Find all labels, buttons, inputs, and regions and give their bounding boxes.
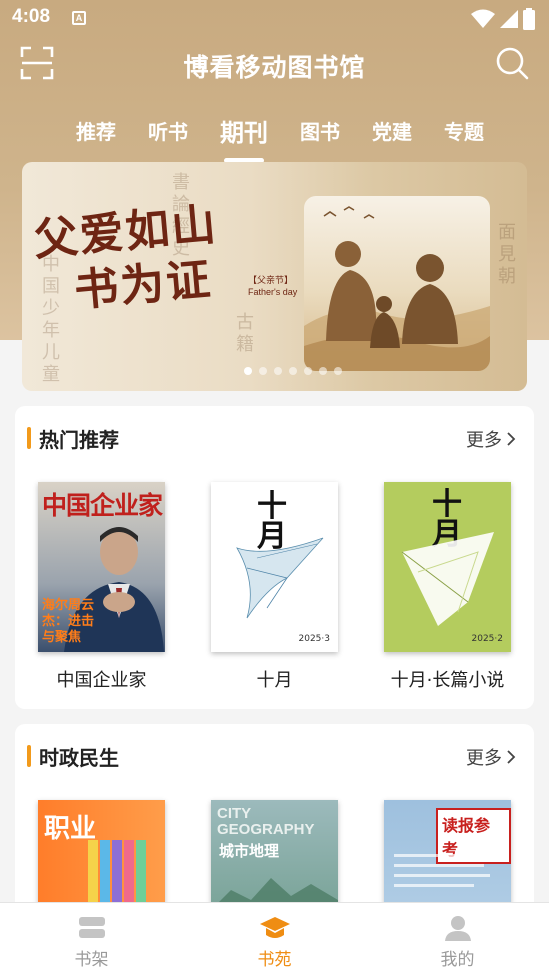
- tab-topics[interactable]: 专题: [438, 112, 490, 158]
- cover-issue: 2025·3: [298, 634, 331, 644]
- banner-headline: 父爱如山 书为证: [32, 198, 225, 322]
- pagination-dot[interactable]: [303, 367, 312, 375]
- section-title: 时政民生: [39, 745, 119, 770]
- pagination-dot[interactable]: [333, 367, 342, 375]
- more-link[interactable]: 更多: [466, 744, 516, 770]
- nav-label: 书架: [74, 950, 109, 970]
- nav-profile[interactable]: 我的: [366, 903, 549, 976]
- cover-masthead: 中国企业家: [42, 491, 163, 520]
- search-icon[interactable]: [495, 46, 529, 80]
- book-item[interactable]: 十月 2025·2 十月·长篇小说: [361, 482, 534, 692]
- nav-library[interactable]: 书苑: [183, 903, 366, 976]
- cover-issue: 2025·2: [471, 634, 504, 644]
- app-title: 博看移动图书馆: [183, 53, 366, 82]
- pagination-dot[interactable]: [258, 367, 267, 375]
- book-list: 中国企业家 海尔周云杰：进击与聚焦 中国企业家 十月 2025·3 十月 十月 …: [15, 482, 534, 692]
- nav-bookshelf[interactable]: 书架: [0, 903, 183, 976]
- book-item[interactable]: 十月 2025·3 十月: [188, 482, 361, 692]
- nav-label: 书苑: [257, 950, 292, 970]
- wifi-icon: [471, 9, 495, 28]
- hot-recommend-section: 热门推荐 更多 中国企业家 海尔周云杰：进击与聚焦 中国企业家 十月 2025·…: [15, 406, 534, 709]
- banner-tag-cn: 【父亲节】: [248, 275, 294, 285]
- tab-party-building[interactable]: 党建: [366, 112, 418, 158]
- cover-illustration: [401, 532, 494, 626]
- book-title: 中国企业家: [56, 670, 147, 691]
- cover-tagline: 海尔周云杰：进击与聚焦: [42, 598, 95, 645]
- battery-icon: [523, 8, 535, 30]
- bookshelf-icon: [78, 917, 105, 938]
- more-label: 更多: [466, 748, 502, 769]
- book-item[interactable]: 中国企业家 海尔周云杰：进击与聚焦 中国企业家: [15, 482, 188, 692]
- book-title: 十月·长篇小说: [390, 670, 505, 691]
- section-header: 时政民生: [27, 744, 119, 770]
- section-accent-bar: [27, 745, 31, 767]
- cover-text-lines: [394, 854, 494, 887]
- user-icon: [444, 916, 471, 941]
- tab-recommend[interactable]: 推荐: [70, 112, 122, 158]
- book-cover: 十月 2025·2: [384, 482, 511, 652]
- pagination-dot[interactable]: [273, 367, 282, 375]
- more-link[interactable]: 更多: [466, 426, 516, 452]
- tab-periodicals[interactable]: 期刊: [214, 109, 274, 163]
- pagination-dot[interactable]: [243, 367, 252, 375]
- tab-audiobooks[interactable]: 听书: [142, 112, 194, 158]
- book-cover: 中国企业家 海尔周云杰：进击与聚焦: [38, 482, 165, 652]
- app-header: 博看移动图书馆: [0, 40, 549, 88]
- cover-illustration: [236, 537, 324, 619]
- promo-banner[interactable]: 中国少年儿童 書論經史 古籍 面見朝 父爱如山 书为证 【父亲节】 Father…: [22, 162, 527, 391]
- father-son-illustration: [304, 196, 490, 371]
- chevron-right-icon: [507, 432, 516, 446]
- section-accent-bar: [27, 427, 31, 449]
- pagination-dot[interactable]: [288, 367, 297, 375]
- tab-books[interactable]: 图书: [294, 112, 346, 158]
- banner-background-text: 古籍: [236, 312, 254, 355]
- signal-icon: [500, 10, 518, 28]
- cover-subtitle: 城市地理: [219, 842, 280, 860]
- pagination-dot[interactable]: [318, 367, 327, 375]
- section-header: 热门推荐: [27, 426, 119, 452]
- graduation-cap-icon: [259, 917, 290, 938]
- bottom-navigation: 书架 书苑 我的: [0, 902, 549, 976]
- status-icons: [471, 8, 535, 30]
- father-son-silhouette: [304, 206, 490, 371]
- status-time: 4:08: [12, 6, 51, 27]
- banner-tag-en: Father's day: [248, 287, 298, 297]
- book-title: 十月: [256, 670, 293, 691]
- banner-background-text: 面見朝: [498, 222, 516, 287]
- category-tabs: 推荐 听书 期刊 图书 党建 专题: [70, 109, 490, 163]
- nav-label: 我的: [440, 950, 475, 970]
- chevron-right-icon: [507, 750, 516, 764]
- book-cover: 十月 2025·3: [211, 482, 338, 652]
- section-title: 热门推荐: [39, 427, 119, 452]
- cover-masthead: CITY GEOGRAPHY: [217, 805, 315, 838]
- more-label: 更多: [466, 430, 502, 451]
- status-bar: 4:08 A: [0, 0, 549, 36]
- banner-tag: 【父亲节】 Father's day: [248, 274, 297, 298]
- notification-a-icon: A: [72, 11, 86, 25]
- banner-pagination: [22, 367, 527, 375]
